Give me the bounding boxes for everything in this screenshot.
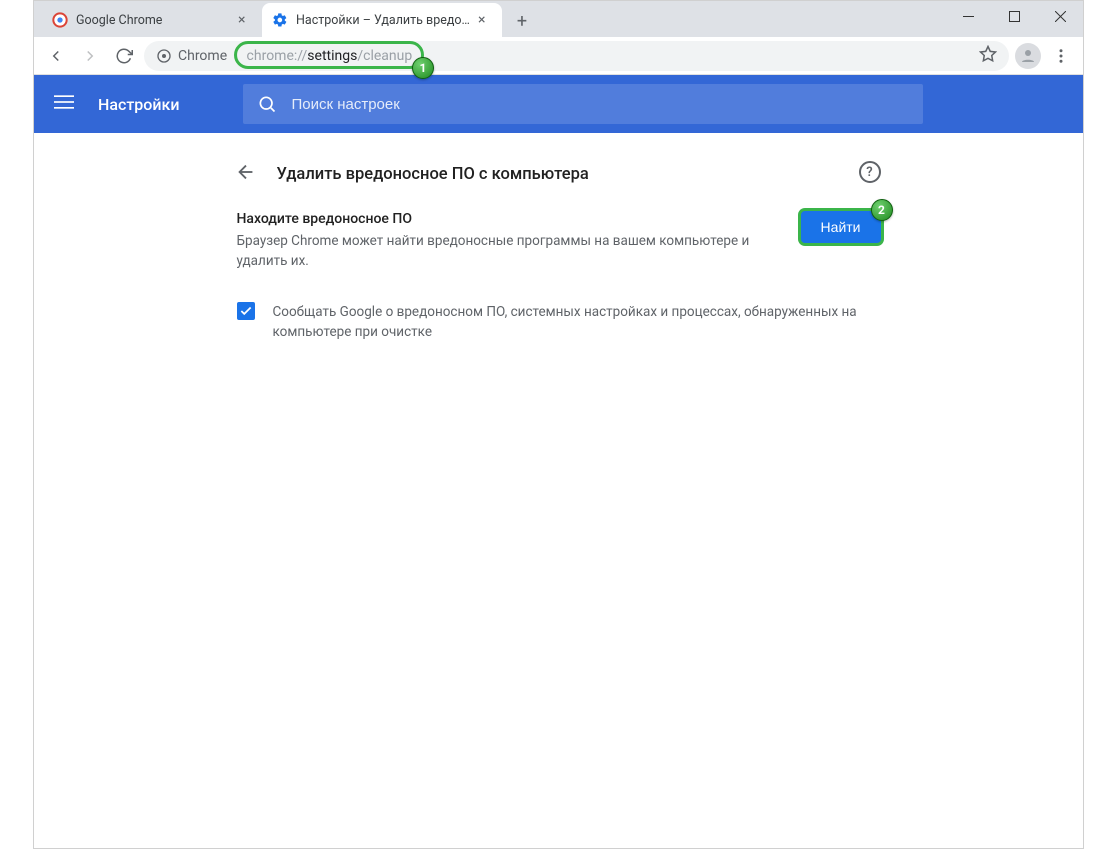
reload-button[interactable] (110, 42, 138, 70)
tabs-strip: Google Chrome × Настройки – Удалить вред… (34, 1, 536, 37)
titlebar: Google Chrome × Настройки – Удалить вред… (34, 1, 1083, 37)
back-arrow-icon[interactable] (235, 161, 257, 187)
card-header: Удалить вредоносное ПО с компьютера ? (219, 147, 899, 201)
close-icon[interactable]: × (238, 12, 252, 28)
maximize-button[interactable] (991, 1, 1037, 31)
minimize-button[interactable] (945, 1, 991, 31)
section-description: Браузер Chrome может найти вредоносные п… (237, 231, 785, 272)
site-chip-label: Chrome (178, 48, 227, 64)
url-text: chrome://settings/cleanup (247, 48, 413, 64)
cleanup-card: Удалить вредоносное ПО с компьютера ? На… (219, 147, 899, 848)
site-chip: Chrome (156, 48, 227, 64)
gear-favicon-icon (272, 12, 288, 28)
annotation-badge-1: 1 (412, 57, 434, 79)
tab-title: Настройки – Удалить вредонос (296, 13, 470, 28)
new-tab-button[interactable]: + (508, 7, 536, 35)
settings-app-title: Настройки (98, 95, 179, 114)
find-button[interactable]: Найти (801, 211, 881, 243)
browser-window: Google Chrome × Настройки – Удалить вред… (33, 0, 1084, 849)
annotation-badge-2: 2 (871, 199, 893, 221)
report-checkbox-row: Сообщать Google о вредоносном ПО, систем… (219, 288, 899, 357)
menu-button[interactable] (1047, 42, 1075, 70)
toolbar: Chrome | chrome://settings/cleanup (34, 37, 1083, 75)
chrome-favicon-icon (52, 12, 68, 28)
window-controls (945, 1, 1083, 31)
search-icon (257, 94, 277, 114)
profile-avatar[interactable] (1015, 43, 1041, 69)
close-window-button[interactable] (1037, 1, 1083, 31)
tab-settings-cleanup[interactable]: Настройки – Удалить вредонос × (262, 3, 502, 37)
tab-google-chrome[interactable]: Google Chrome × (42, 3, 262, 37)
star-icon[interactable] (979, 45, 997, 67)
settings-content: Удалить вредоносное ПО с компьютера ? На… (34, 133, 1083, 848)
address-bar[interactable]: Chrome | chrome://settings/cleanup (144, 41, 1009, 71)
tab-title: Google Chrome (76, 13, 230, 28)
back-button[interactable] (42, 42, 70, 70)
help-icon[interactable]: ? (859, 161, 881, 183)
settings-search-input[interactable] (291, 96, 909, 113)
report-checkbox[interactable] (237, 302, 255, 320)
page-heading: Удалить вредоносное ПО с компьютера (277, 165, 589, 184)
report-checkbox-label: Сообщать Google о вредоносном ПО, систем… (273, 302, 881, 343)
settings-search[interactable] (243, 84, 923, 124)
settings-header: Настройки (34, 75, 1083, 133)
section-title: Находите вредоносное ПО (237, 211, 785, 227)
forward-button[interactable] (76, 42, 104, 70)
close-icon[interactable]: × (478, 12, 492, 28)
find-malware-section: Находите вредоносное ПО Браузер Chrome м… (219, 201, 899, 288)
hamburger-icon[interactable] (54, 92, 74, 116)
